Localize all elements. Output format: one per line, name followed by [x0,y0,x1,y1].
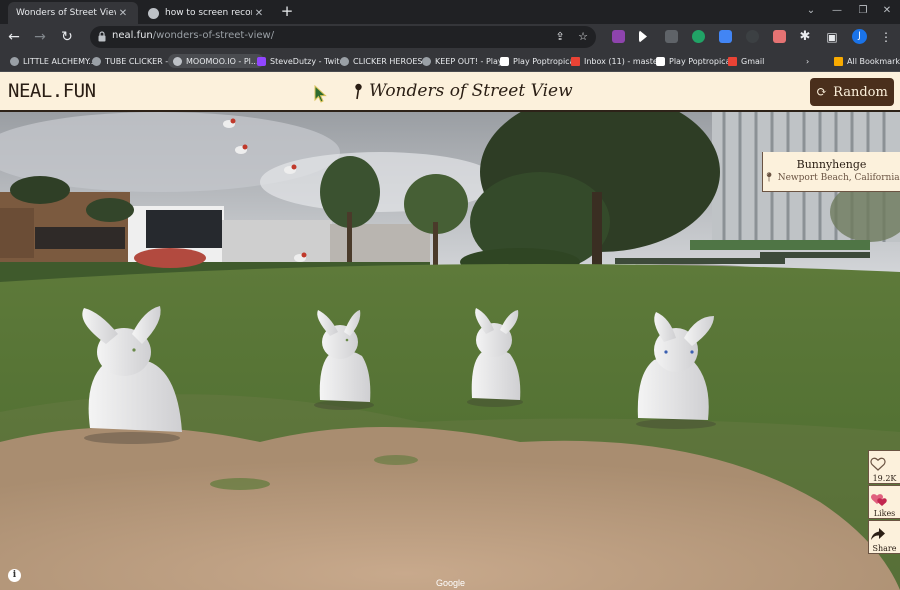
street-view-panorama[interactable]: Bunnyhenge 📍︎ Newport Beach, California … [0,112,900,590]
address-bar[interactable]: neal.fun/wonders-of-street-view/ ⇪ ☆ [90,26,596,48]
share-label: Share [872,544,897,553]
share-button[interactable]: Share [868,520,900,554]
globe-icon [340,56,349,66]
bookmark-item[interactable]: KEEP OUT! - Play... [422,54,509,68]
tab-close-icon[interactable]: ✕ [116,8,130,19]
menu-icon[interactable]: ⋮ [877,28,895,46]
gmail-icon [728,56,737,66]
like-count: 19.2K [872,474,897,483]
restore-button[interactable]: ❐ [850,2,876,20]
location-card: Bunnyhenge 📍︎ Newport Beach, California [762,152,900,192]
sidebar-icon[interactable]: ▣ [823,28,841,46]
bookmark-item[interactable]: Gmail [728,54,764,68]
likes-label: Likes [873,509,896,518]
site-logo[interactable]: NEAL.FUN [8,80,96,102]
extension-icon[interactable] [746,30,759,43]
google-watermark: Google [436,578,466,588]
bookmark-item[interactable]: Play Poptropica [500,54,574,68]
place-name: Bunnyhenge [796,158,867,171]
share-icon [871,528,885,540]
refresh-icon: ⟳ [816,84,828,100]
globe-icon [422,56,431,66]
close-window-button[interactable]: ✕ [874,2,900,20]
share-page-icon[interactable]: ⇪ [552,29,568,45]
extension-icon[interactable] [612,30,625,43]
globe-icon [173,56,182,66]
reload-icon[interactable]: ↻ [58,28,76,46]
tab-title: how to screen record on win [165,8,252,18]
tab-screen-record[interactable]: how to screen record on win ✕ [140,2,274,24]
tab-wonders[interactable]: Wonders of Street View ✕ [8,2,138,24]
folder-icon [834,56,843,66]
chevron-right-icon[interactable]: › [806,54,809,68]
grammarly-extension-icon[interactable] [692,30,705,43]
place-location: 📍︎ Newport Beach, California [763,173,900,183]
web-page: NEAL.FUN Wonders of Street View ⟳ Random [0,72,900,590]
pin-icon: 📍︎ [763,173,775,183]
tab-close-icon[interactable]: ✕ [252,8,266,19]
play-extension-icon[interactable] [639,30,647,43]
likes-icon [871,494,887,506]
star-icon[interactable]: ☆ [575,29,591,45]
forward-icon[interactable]: → [31,28,49,46]
tab-search-icon[interactable]: ⌄ [798,2,824,20]
like-button[interactable]: 19.2K [868,450,900,484]
random-button-label: Random [833,84,888,100]
poptropica-icon [500,56,509,66]
pin-icon [355,83,362,99]
poptropica-icon [656,56,665,66]
lock-icon[interactable] [98,31,106,42]
bookmark-item[interactable]: LITTLE ALCHEMY... [10,54,96,68]
extension-icon[interactable] [665,30,678,43]
bookmark-item[interactable]: SteveDutzy - Twitch [257,54,349,68]
bookmark-item[interactable]: CLICKER HEROES... [340,54,430,68]
info-icon[interactable]: i [8,569,21,582]
new-tab-button[interactable]: + [278,3,296,21]
cursor-icon [314,85,327,103]
bookmark-item[interactable]: MOOMOO.IO - Pl... [168,54,264,68]
random-button[interactable]: ⟳ Random [810,78,894,106]
heart-icon [870,457,886,471]
bookmark-item[interactable]: Inbox (11) - maste... [571,54,665,68]
extension-icon[interactable] [773,30,786,43]
url-text: neal.fun/wonders-of-street-view/ [112,30,275,41]
profile-avatar[interactable]: J [852,29,867,44]
tab-title: Wonders of Street View [16,8,116,18]
globe-icon [10,56,19,66]
bookmark-item[interactable]: Play Poptropica [656,54,730,68]
bookmarks-bar: LITTLE ALCHEMY... TUBE CLICKER - Pl... M… [0,50,900,72]
globe-icon [92,56,101,66]
gmail-icon [571,56,580,66]
minimize-button[interactable]: — [824,2,850,20]
all-bookmarks-folder[interactable]: All Bookmarks [834,54,900,68]
translate-extension-icon[interactable] [719,30,732,43]
browser-toolbar: ← → ↻ neal.fun/wonders-of-street-view/ ⇪… [0,24,900,50]
page-title: Wonders of Street View [354,81,573,101]
twitch-icon [257,56,266,66]
back-icon[interactable]: ← [5,28,23,46]
google-favicon-icon [148,7,159,19]
site-header: NEAL.FUN Wonders of Street View ⟳ Random [0,72,900,112]
page-title-text: Wonders of Street View [369,81,573,101]
tab-strip: Wonders of Street View ✕ how to screen r… [0,0,900,24]
extensions-icon[interactable]: ✱ [796,28,814,46]
likes-button[interactable]: Likes [868,485,900,519]
